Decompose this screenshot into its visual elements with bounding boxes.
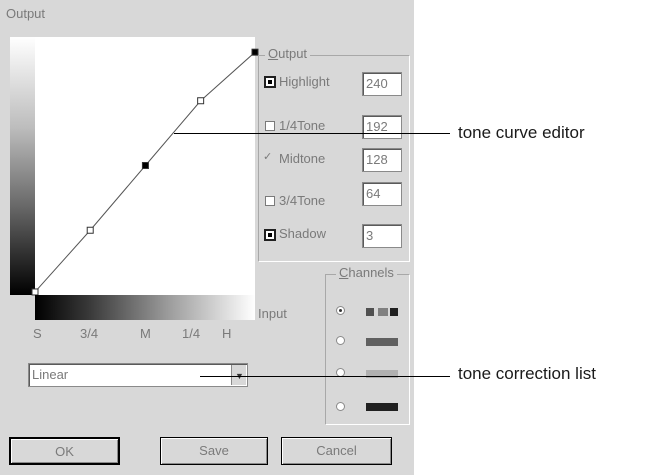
curve-editor-callout-line [174, 133, 450, 134]
quarter-tone-value-field[interactable]: 192 [362, 115, 402, 139]
shadow-value-field[interactable]: 3 [362, 224, 402, 248]
channel-composite-radio[interactable] [336, 306, 345, 315]
composite-swatch-3 [390, 308, 398, 316]
tone-curve-line [34, 51, 256, 293]
channel-2-radio[interactable] [336, 336, 345, 345]
three-quarter-tone-value-field[interactable]: 64 [362, 182, 402, 206]
curve-control-point[interactable] [141, 161, 149, 169]
output-group-legend: Output [265, 46, 311, 61]
ok-button[interactable]: OK [9, 437, 120, 465]
input-tick-3-4: 3/4 [80, 326, 99, 341]
curve-control-point[interactable] [86, 226, 94, 234]
three-quarter-tone-checkbox[interactable] [265, 196, 275, 206]
composite-swatch-2 [378, 308, 388, 316]
input-tick-s: S [33, 326, 42, 341]
channels-group-legend: Channels [336, 265, 397, 280]
cancel-button[interactable]: Cancel [281, 437, 392, 465]
curve-editor-callout: tone curve editor [458, 123, 585, 142]
input-gradient-bar [35, 295, 255, 320]
channel-2-swatch [366, 338, 398, 346]
three-quarter-tone-label: 3/4Tone [279, 193, 326, 208]
highlight-checkbox[interactable] [264, 76, 276, 88]
save-button[interactable]: Save [160, 437, 268, 465]
input-tick-h: H [222, 326, 232, 341]
tone-correction-select[interactable]: Linear [28, 363, 248, 387]
shadow-label: Shadow [279, 226, 326, 241]
tone-correction-dialog: Output Input S 3/4 M 1/4 H Output Highli… [0, 0, 414, 475]
midtone-value-field[interactable]: 128 [362, 148, 402, 172]
highlight-value-field[interactable]: 240 [362, 72, 402, 96]
tone-correction-selected-value: Linear [32, 367, 69, 382]
correction-list-callout: tone correction list [458, 364, 596, 383]
channel-4-swatch [366, 403, 398, 411]
quarter-tone-checkbox[interactable] [265, 121, 275, 131]
midtone-check-icon[interactable]: ✓ [263, 150, 272, 163]
composite-swatch-1 [366, 308, 374, 316]
highlight-label: Highlight [279, 74, 330, 89]
correction-list-callout-line [200, 376, 450, 377]
tone-correction-dropdown-button[interactable]: ▼ [231, 365, 246, 385]
input-tick-1-4: 1/4 [182, 326, 201, 341]
input-tick-m: M [140, 326, 151, 341]
curve-control-point[interactable] [197, 97, 205, 105]
quarter-tone-label: 1/4Tone [279, 118, 326, 133]
channel-4-radio[interactable] [336, 402, 345, 411]
input-axis-label: Input [258, 306, 287, 321]
shadow-checkbox[interactable] [264, 229, 276, 241]
midtone-label: Midtone [279, 151, 326, 166]
